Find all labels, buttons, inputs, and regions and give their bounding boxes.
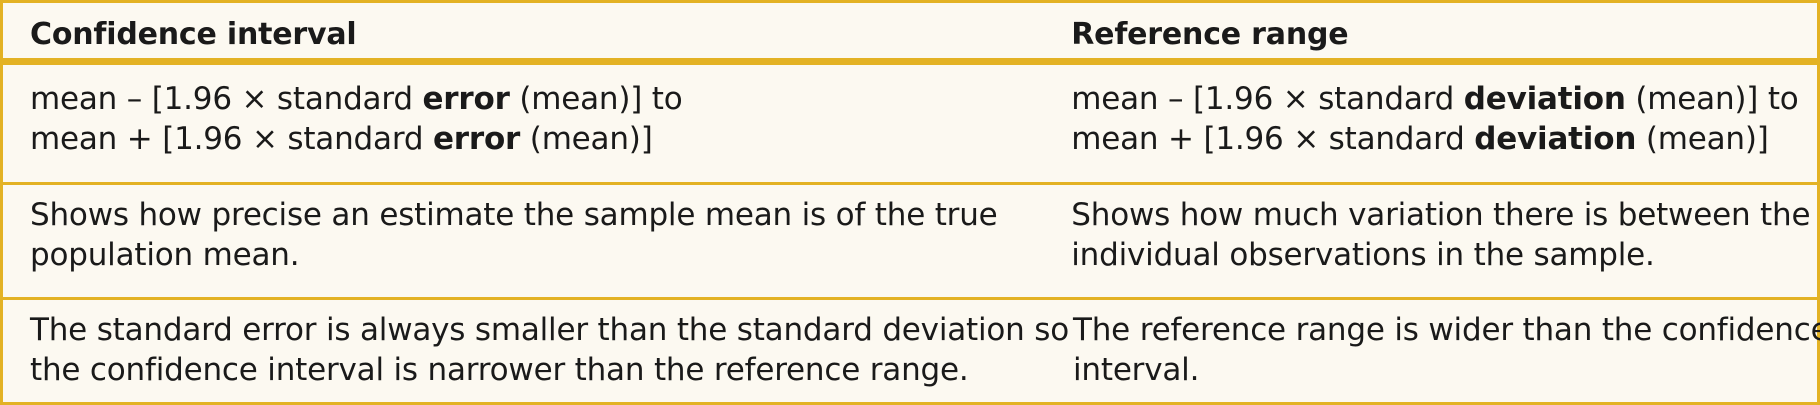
- rr-formula-line-1-pre: mean – [1.96 × standard: [1071, 81, 1464, 117]
- rr-formula-cell: mean – [1.96 × standard deviation (mean)…: [1041, 65, 1817, 182]
- table-header-row: Confidence interval Reference range: [3, 3, 1817, 65]
- ci-meaning-line-1: Shows how precise an estimate the sample…: [30, 197, 998, 233]
- table-row-formula: mean – [1.96 × standard error (mean)] to…: [3, 65, 1817, 185]
- ci-formula-line-2-pre: mean + [1.96 × standard: [30, 121, 433, 157]
- ci-meaning-cell: Shows how precise an estimate the sample…: [3, 185, 1041, 297]
- rr-formula-line-2-pre: mean + [1.96 × standard: [1071, 121, 1475, 157]
- rr-comparison-line-2: interval.: [1073, 352, 1200, 388]
- rr-meaning-line-1: Shows how much variation there is betwee…: [1071, 197, 1811, 233]
- ci-formula-line-1: mean – [1.96 × standard error (mean)] to: [30, 79, 1041, 119]
- rr-meaning-cell: Shows how much variation there is betwee…: [1041, 185, 1817, 297]
- ci-formula-line-1-post: (mean)] to: [509, 81, 683, 117]
- ci-meaning-line-2: population mean.: [30, 237, 300, 273]
- ci-formula-cell: mean – [1.96 × standard error (mean)] to…: [3, 65, 1041, 182]
- rr-formula-line-1-post: (mean)] to: [1625, 81, 1799, 117]
- table-row-comparison: The standard error is always smaller tha…: [3, 300, 1820, 405]
- ci-formula-line-1-pre: mean – [1.96 × standard: [30, 81, 423, 117]
- rr-formula-line-1-bold: deviation: [1463, 81, 1626, 117]
- ci-formula-line-1-bold: error: [422, 81, 510, 117]
- rr-formula-line-2-bold: deviation: [1474, 121, 1637, 157]
- ci-comparison-line-1: The standard error is always smaller tha…: [30, 312, 1069, 348]
- table-row-meaning: Shows how precise an estimate the sample…: [3, 185, 1817, 300]
- rr-comparison-cell: The reference range is wider than the co…: [1043, 300, 1820, 405]
- rr-comparison-line-1: The reference range is wider than the co…: [1073, 312, 1820, 348]
- ci-formula-line-2-post: (mean)]: [520, 121, 653, 157]
- header-reference-range: Reference range: [1071, 17, 1349, 52]
- comparison-table: Confidence interval Reference range mean…: [0, 0, 1820, 405]
- rr-formula-line-1: mean – [1.96 × standard deviation (mean)…: [1071, 79, 1817, 119]
- header-confidence-interval: Confidence interval: [30, 17, 357, 52]
- rr-formula-line-2: mean + [1.96 × standard deviation (mean)…: [1071, 119, 1817, 159]
- ci-formula-line-2-bold: error: [432, 121, 521, 157]
- rr-formula-line-2-post: (mean)]: [1636, 121, 1769, 157]
- ci-comparison-cell: The standard error is always smaller tha…: [3, 300, 1069, 405]
- ci-formula-line-2: mean + [1.96 × standard error (mean)]: [30, 119, 1041, 159]
- ci-comparison-line-2: the confidence interval is narrower than…: [30, 352, 969, 388]
- rr-meaning-line-2: individual observations in the sample.: [1071, 237, 1655, 273]
